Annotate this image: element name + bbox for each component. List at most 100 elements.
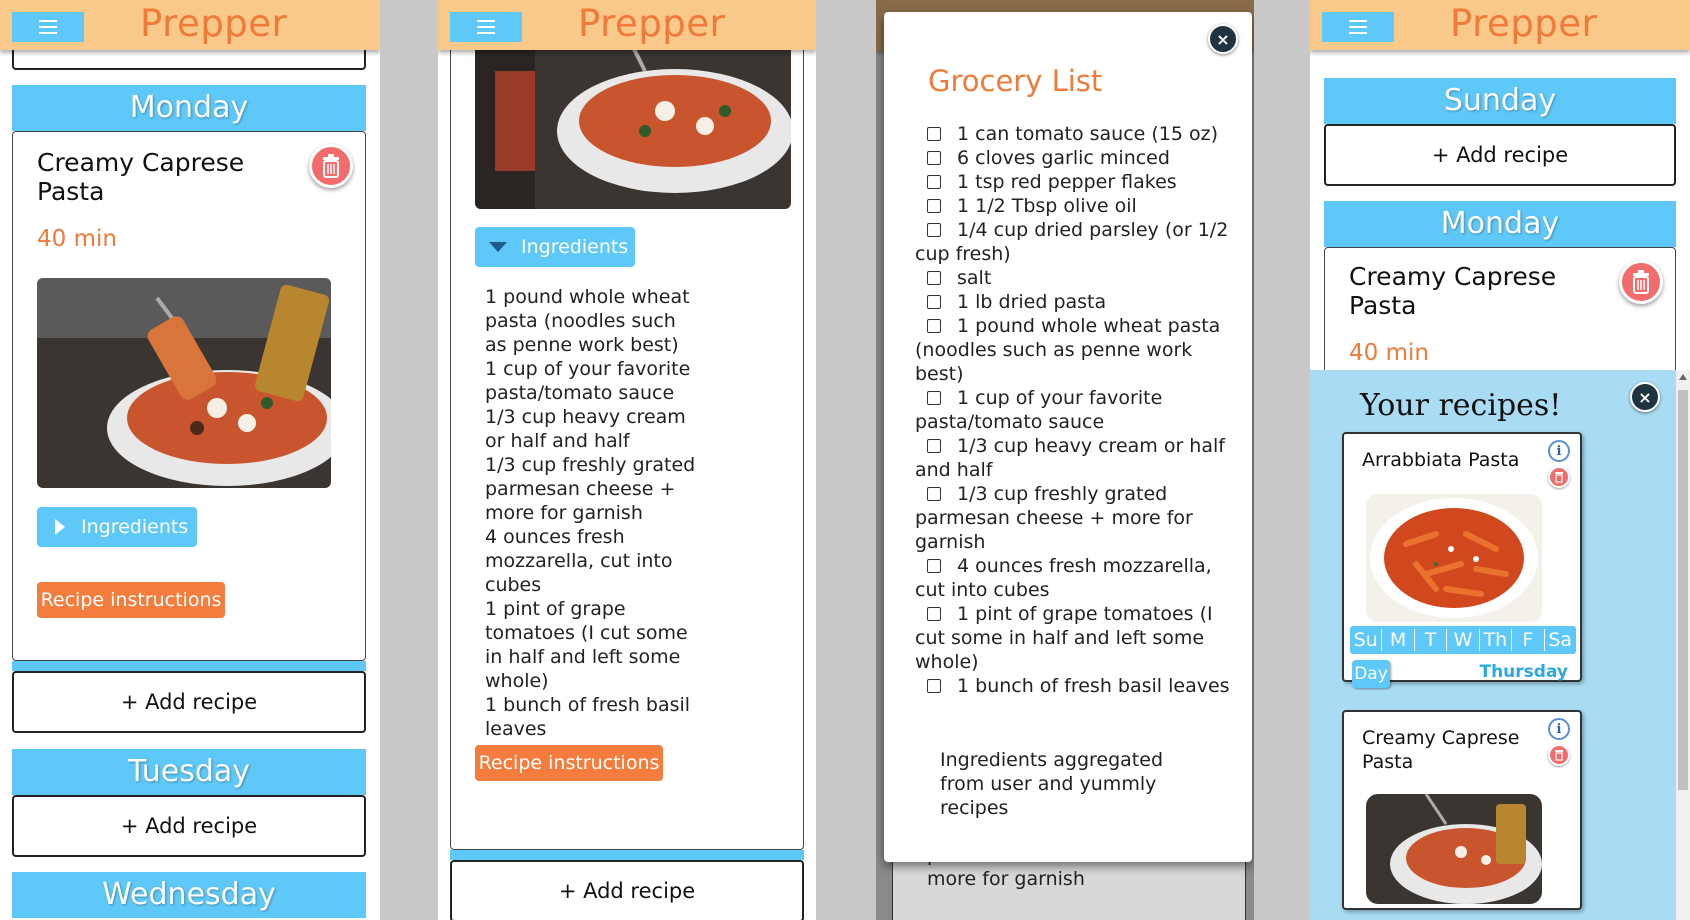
ingredients-label: Ingredients (81, 516, 189, 538)
day-header-sunday: Sunday (1324, 78, 1676, 124)
ingredients-list: 1 pound whole wheat pasta (noodles such … (485, 285, 703, 741)
recipe-title: Creamy Caprese Pasta (1349, 262, 1557, 320)
recipe-time: 40 min (1349, 340, 1429, 366)
checkbox[interactable] (927, 199, 941, 213)
day-strip (12, 661, 366, 671)
app-header: Prepper (0, 0, 380, 50)
scrollbar[interactable] (1676, 370, 1690, 920)
grocery-item-label: 1/3 cup freshly grated parmesan cheese +… (915, 483, 1193, 553)
panel-recipe-expanded: Prepper Ingredients 1 pound whole wheat … (438, 0, 816, 920)
grocery-item[interactable]: 1 bunch of fresh basil leaves (915, 674, 1235, 698)
day-option[interactable]: Su (1350, 629, 1383, 651)
saved-recipe-photo (1366, 494, 1542, 622)
day-option[interactable]: F (1512, 629, 1545, 651)
checkbox[interactable] (927, 319, 941, 333)
grocery-item[interactable]: 1 1/2 Tbsp olive oil (915, 194, 1235, 218)
recipe-instructions-button[interactable]: Recipe instructions (37, 582, 225, 618)
ingredient-item: 1 cup of your favorite pasta/tomato sauc… (485, 358, 691, 404)
drawer-title: Your recipes! (1360, 388, 1562, 423)
checkbox[interactable] (927, 151, 941, 165)
checkbox[interactable] (927, 271, 941, 285)
day-header-wednesday: Wednesday (12, 872, 366, 918)
day-header-monday: Monday (1324, 201, 1676, 247)
ingredient-item: 1/3 cup heavy cream or half and half (485, 406, 686, 452)
recipe-card: Creamy Caprese Pasta 40 min Ingredients … (12, 131, 366, 661)
checkbox[interactable] (927, 391, 941, 405)
grocery-item[interactable]: salt (915, 266, 1235, 290)
checkbox[interactable] (927, 487, 941, 501)
caret-down-icon (489, 242, 507, 252)
hamburger-icon (39, 20, 57, 34)
grocery-list-title: Grocery List (928, 64, 1103, 98)
grocery-item[interactable]: 1 can tomato sauce (15 oz) (915, 122, 1235, 146)
saved-recipe-card[interactable]: Arrabbiata Pasta i Su M T W Th F Sa Day … (1342, 432, 1582, 688)
grocery-item[interactable]: 1 lb dried pasta (915, 290, 1235, 314)
trash-icon[interactable] (309, 144, 353, 188)
grocery-item-label: 1 tsp red pepper flakes (957, 171, 1177, 193)
app-brand: Prepper (578, 2, 726, 45)
trash-icon[interactable] (1548, 744, 1570, 766)
recipe-photo (37, 278, 331, 488)
ingredient-item: 1 pint of grape tomatoes (I cut some in … (485, 598, 688, 692)
grocery-item-label: 4 ounces fresh mozzarella, cut into cube… (915, 555, 1212, 601)
grocery-item[interactable]: 1 tsp red pepper flakes (915, 170, 1235, 194)
grocery-item-label: 1 can tomato sauce (15 oz) (957, 123, 1219, 145)
grocery-item-label: salt (957, 267, 992, 289)
recipe-card: Ingredients 1 pound whole wheat pasta (n… (450, 30, 804, 850)
day-option[interactable]: T (1415, 629, 1448, 651)
day-option[interactable]: Sa (1545, 629, 1576, 651)
grocery-item[interactable]: 6 cloves garlic minced (915, 146, 1235, 170)
scroll-thumb[interactable] (1678, 390, 1688, 790)
ingredients-label: Ingredients (521, 236, 629, 258)
app-header: Prepper (1310, 0, 1690, 50)
scroll-up-arrow[interactable] (1679, 374, 1687, 380)
ingredient-item: 1/3 cup freshly grated parmesan cheese +… (485, 454, 696, 524)
grocery-item[interactable]: 1/3 cup freshly grated parmesan cheese +… (915, 482, 1235, 554)
grocery-item[interactable]: 1/4 cup dried parsley (or 1/2 cup fresh) (915, 218, 1235, 266)
ingredients-toggle[interactable]: Ingredients (475, 227, 635, 267)
menu-button[interactable] (12, 12, 84, 42)
checkbox[interactable] (927, 439, 941, 453)
saved-recipe-card[interactable]: Creamy Caprese Pasta i (1342, 710, 1582, 910)
grocery-item-label: 1/4 cup dried parsley (or 1/2 cup fresh) (915, 219, 1229, 265)
checkbox[interactable] (927, 679, 941, 693)
grocery-item[interactable]: 4 ounces fresh mozzarella, cut into cube… (915, 554, 1235, 602)
add-recipe-button[interactable]: + Add recipe (12, 671, 366, 733)
info-icon[interactable]: i (1548, 718, 1570, 740)
grocery-item[interactable]: 1 cup of your favorite pasta/tomato sauc… (915, 386, 1235, 434)
checkbox[interactable] (927, 127, 941, 141)
grocery-items: 1 can tomato sauce (15 oz) 6 cloves garl… (915, 122, 1235, 698)
add-recipe-button[interactable]: + Add recipe (1324, 124, 1676, 186)
day-option[interactable]: W (1447, 629, 1480, 651)
ingredient-item: 4 ounces fresh mozzarella, cut into cube… (485, 526, 673, 596)
grocery-item[interactable]: 1/3 cup heavy cream or half and half (915, 434, 1235, 482)
menu-button[interactable] (1322, 12, 1394, 42)
checkbox[interactable] (927, 559, 941, 573)
checkbox[interactable] (927, 175, 941, 189)
panel-week-view: Prepper Monday Creamy Caprese Pasta 40 m… (0, 0, 380, 920)
add-recipe-button[interactable]: + Add recipe (450, 860, 804, 920)
grocery-item[interactable]: 1 pint of grape tomatoes (I cut some in … (915, 602, 1235, 674)
recipe-instructions-button[interactable]: Recipe instructions (475, 745, 663, 781)
app-header: Prepper (438, 0, 816, 50)
add-recipe-button[interactable]: + Add recipe (12, 795, 366, 857)
menu-button[interactable] (450, 12, 522, 42)
grocery-item-label: 1 1/2 Tbsp olive oil (957, 195, 1137, 217)
checkbox[interactable] (927, 607, 941, 621)
saved-recipe-title: Arrabbiata Pasta (1362, 449, 1520, 471)
grocery-item-label: 1 pound whole wheat pasta (noodles such … (915, 315, 1221, 385)
checkbox[interactable] (927, 295, 941, 309)
trash-icon[interactable] (1548, 466, 1570, 488)
info-icon[interactable]: i (1548, 440, 1570, 462)
panel-grocery-list: parmesan cheese + more for garnish × Gro… (876, 0, 1254, 920)
ingredients-toggle[interactable]: Ingredients (37, 507, 197, 547)
checkbox[interactable] (927, 223, 941, 237)
day-button[interactable]: Day (1352, 660, 1390, 688)
close-icon[interactable]: × (1208, 24, 1238, 54)
day-option[interactable]: Th (1480, 629, 1513, 651)
hamburger-icon (1349, 20, 1367, 34)
trash-icon[interactable] (1619, 260, 1663, 304)
close-icon[interactable]: × (1630, 382, 1660, 412)
day-option[interactable]: M (1382, 629, 1415, 651)
grocery-item[interactable]: 1 pound whole wheat pasta (noodles such … (915, 314, 1235, 386)
